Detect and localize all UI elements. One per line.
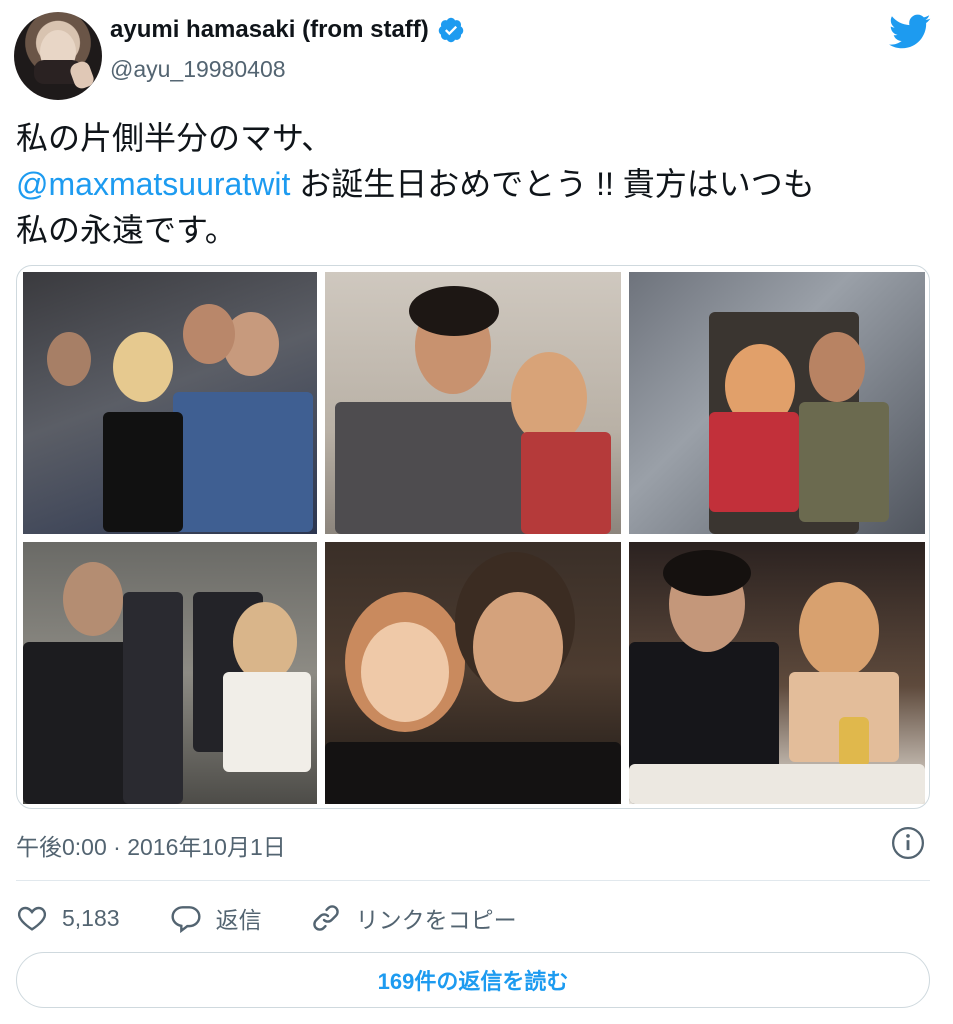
photo-1[interactable] [23, 272, 317, 534]
photo-2[interactable] [325, 272, 621, 534]
speech-bubble-icon [171, 906, 201, 934]
tweet-text: 私の片側半分のマサ、 @maxmatsuuratwit お誕生日おめでとう !!… [16, 115, 926, 253]
copy-link-label: リンクをコピー [355, 907, 517, 933]
tweet-timestamp[interactable]: 午後0:00 · 2016年10月1日 [16, 828, 286, 862]
author-handle[interactable]: @ayu_19980408 [110, 56, 286, 83]
media-grid [16, 265, 930, 809]
verified-badge-icon [438, 17, 464, 43]
photo-3[interactable] [629, 272, 925, 534]
tweet-text-line-3: 私の永遠です。 [16, 212, 237, 248]
like-button[interactable]: 5,183 [16, 902, 120, 934]
action-bar: 5,183 返信 リンクをコピー [16, 898, 517, 938]
mention-link[interactable]: @maxmatsuuratwit [16, 166, 290, 202]
reply-label: 返信 [215, 907, 262, 933]
like-count: 5,183 [62, 904, 120, 931]
photo-5[interactable] [325, 542, 621, 804]
tweet-card: ayumi hamasaki (from staff) @ayu_1998040… [0, 0, 953, 1024]
reply-button[interactable]: 返信 [170, 901, 262, 935]
avatar-hand [68, 59, 96, 91]
photo-6[interactable] [629, 542, 925, 804]
read-replies-button[interactable]: 169件の返信を読む [16, 952, 930, 1008]
copy-link-button[interactable]: リンクをコピー [310, 901, 517, 935]
heart-icon [17, 906, 47, 931]
link-icon [312, 905, 339, 931]
tweet-text-line-2-rest: お誕生日おめでとう !! 貴方はいつも [290, 166, 815, 202]
info-icon[interactable] [891, 826, 925, 860]
divider [16, 880, 930, 881]
twitter-bird-icon[interactable] [889, 14, 931, 50]
author-name-row: ayumi hamasaki (from staff) [110, 16, 465, 44]
tweet-text-line-1: 私の片側半分のマサ、 [16, 120, 334, 156]
author-display-name[interactable]: ayumi hamasaki (from staff) [110, 16, 429, 44]
photo-4[interactable] [23, 542, 317, 804]
avatar[interactable] [14, 12, 102, 100]
tweet-text-line-2: @maxmatsuuratwit お誕生日おめでとう !! 貴方はいつも [16, 161, 926, 207]
